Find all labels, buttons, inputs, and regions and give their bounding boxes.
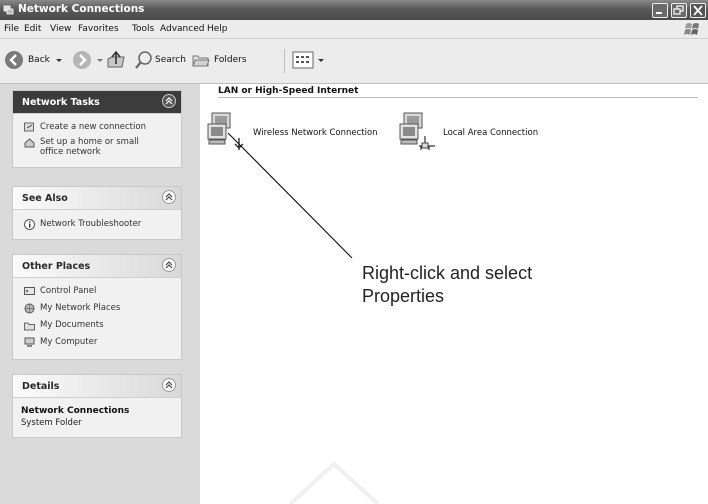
callout-text: Right-click and select Properties xyxy=(362,263,533,306)
callout-leader-line xyxy=(227,132,353,259)
watermark-graphic xyxy=(288,461,380,504)
